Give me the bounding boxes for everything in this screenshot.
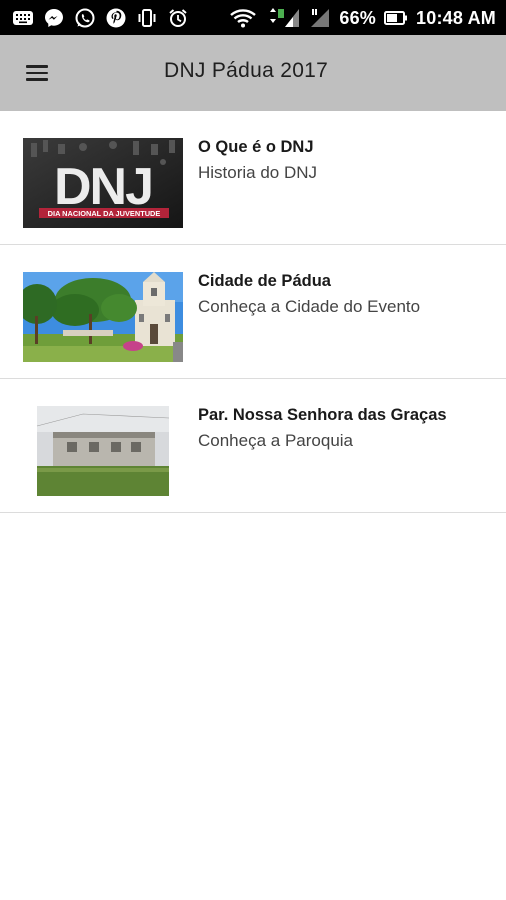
wifi-icon bbox=[229, 7, 259, 29]
whatsapp-icon bbox=[74, 7, 96, 29]
battery-icon bbox=[384, 7, 408, 29]
city-square-image bbox=[23, 272, 183, 362]
status-bar: 66% 10:48 AM bbox=[0, 0, 506, 35]
vibrate-icon bbox=[136, 7, 158, 29]
system-status: 66% 10:48 AM bbox=[229, 5, 496, 31]
list-item[interactable]: Cidade de Pádua Conheça a Cidade do Even… bbox=[0, 245, 506, 379]
content-list: DNJ DIA NACIONAL DA JUVENTUDE O Que é o … bbox=[0, 111, 506, 513]
hamburger-menu-icon[interactable] bbox=[22, 59, 54, 87]
list-item-subtitle: Conheça a Cidade do Evento bbox=[198, 297, 421, 316]
notification-icons bbox=[12, 5, 189, 31]
dnj-logo-text: DNJ bbox=[54, 158, 152, 216]
list-item-title: Cidade de Pádua bbox=[198, 272, 331, 290]
list-item[interactable]: DNJ DIA NACIONAL DA JUVENTUDE O Que é o … bbox=[0, 111, 506, 245]
list-item[interactable]: Par. Nossa Senhora das Graças Conheça a … bbox=[0, 379, 506, 513]
dnj-logo-caption: DIA NACIONAL DA JUVENTUDE bbox=[48, 209, 161, 218]
clock: 10:48 AM bbox=[416, 7, 496, 28]
signal-icon bbox=[309, 7, 331, 29]
parish-building-image bbox=[23, 406, 183, 496]
signal-icon bbox=[267, 7, 301, 29]
messenger-icon bbox=[43, 7, 65, 29]
dnj-logo-image: DNJ DIA NACIONAL DA JUVENTUDE bbox=[23, 138, 183, 228]
list-item-subtitle: Conheça a Paroquia bbox=[198, 431, 354, 450]
list-item-title: O Que é o DNJ bbox=[198, 138, 314, 156]
battery-percentage: 66% bbox=[339, 7, 377, 28]
list-item-title: Par. Nossa Senhora das Graças bbox=[198, 406, 447, 424]
page-title: DNJ Pádua 2017 bbox=[164, 59, 329, 82]
app-bar: DNJ Pádua 2017 bbox=[0, 35, 506, 111]
list-item-subtitle: Historia do DNJ bbox=[198, 163, 318, 182]
alarm-icon bbox=[167, 7, 189, 29]
keyboard-icon bbox=[12, 7, 34, 29]
pinterest-icon bbox=[105, 7, 127, 29]
